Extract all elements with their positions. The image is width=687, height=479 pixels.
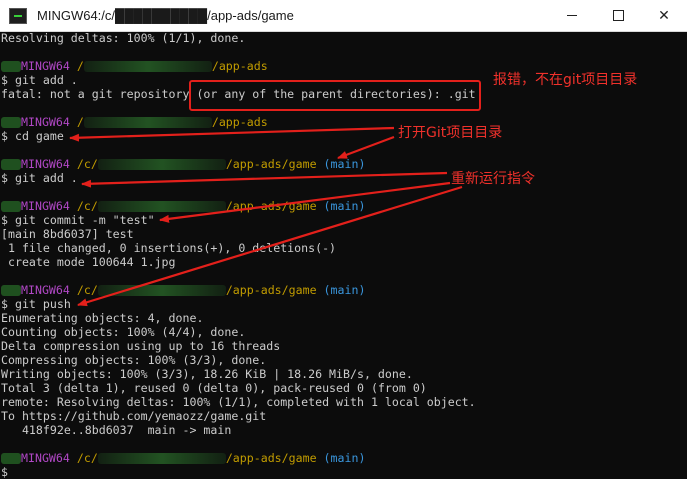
arrow-to-game-path bbox=[337, 135, 395, 160]
arrow-to-cd-game bbox=[69, 126, 395, 142]
arrow-to-git-add bbox=[81, 171, 448, 188]
arrow-to-push bbox=[77, 185, 463, 307]
arrow-to-commit bbox=[159, 181, 451, 223]
annotation-arrows bbox=[69, 126, 463, 307]
